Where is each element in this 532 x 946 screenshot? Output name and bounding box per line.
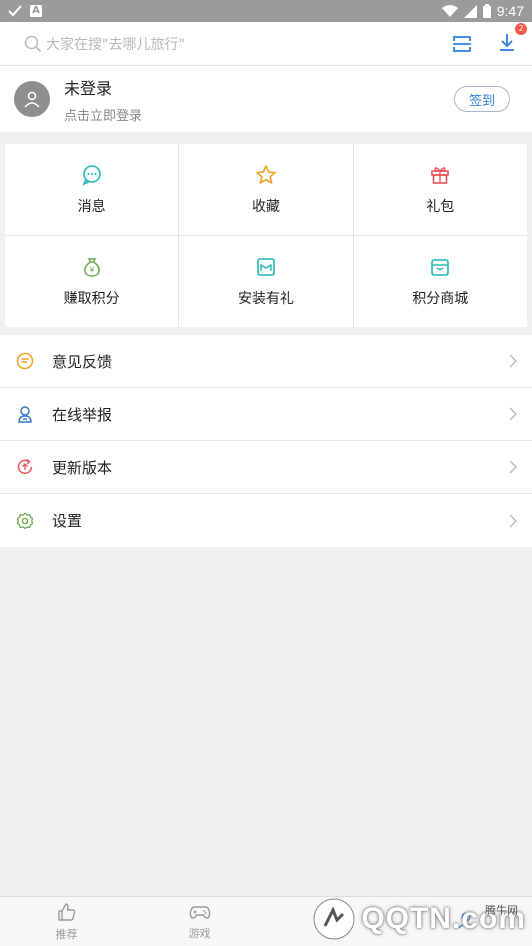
gift-icon bbox=[431, 166, 450, 184]
menu-item-label: 意见反馈 bbox=[52, 352, 113, 371]
download-button[interactable]: 2 bbox=[498, 22, 527, 56]
settings-icon bbox=[16, 512, 34, 529]
nav-item-label: 游戏 bbox=[188, 926, 211, 940]
menu-item-settings[interactable]: 设置 bbox=[0, 494, 532, 547]
battery-icon bbox=[482, 4, 491, 18]
nav-item-recommend[interactable]: 推荐 bbox=[0, 897, 133, 946]
signal-icon bbox=[463, 4, 477, 18]
update-icon bbox=[17, 458, 33, 475]
grid-item-favorites[interactable]: 收藏 bbox=[179, 144, 353, 235]
menu-item-update[interactable]: 更新版本 bbox=[0, 441, 532, 494]
chevron-right-icon bbox=[509, 460, 518, 474]
wifi-icon bbox=[441, 4, 458, 17]
grid-item-label: 赚取积分 bbox=[63, 290, 120, 307]
report-icon bbox=[18, 406, 32, 423]
store-icon bbox=[431, 258, 450, 276]
feedback-icon bbox=[16, 352, 34, 370]
search-bar: 大家在搜"去哪儿旅行" 2 bbox=[0, 22, 532, 66]
scan-icon[interactable] bbox=[452, 34, 472, 54]
grid-item-gifts[interactable]: 礼包 bbox=[353, 144, 527, 235]
grid-item-install-gift[interactable]: 安装有礼 bbox=[179, 236, 353, 327]
grid-item-messages[interactable]: 消息 bbox=[5, 144, 179, 235]
status-bar: A 9:47 bbox=[0, 0, 532, 22]
search-placeholder: 大家在搜"去哪儿旅行" bbox=[46, 36, 185, 53]
chevron-right-icon bbox=[509, 513, 518, 528]
search-input[interactable]: 大家在搜"去哪儿旅行" bbox=[24, 34, 452, 54]
search-icon bbox=[24, 35, 42, 52]
download-badge: 2 bbox=[515, 22, 527, 35]
gamepad-icon bbox=[189, 905, 210, 919]
chevron-right-icon bbox=[509, 354, 518, 368]
menu-item-label: 更新版本 bbox=[52, 458, 113, 477]
grid-item-label: 安装有礼 bbox=[237, 290, 294, 307]
message-icon bbox=[81, 164, 101, 186]
nav-item-games[interactable]: 游戏 bbox=[133, 897, 266, 946]
money-bag-icon: ¥ bbox=[83, 257, 100, 277]
feature-grid: 消息 收藏 礼包 ¥ 赚取积分 安装有礼 积分商城 bbox=[5, 144, 527, 327]
settings-menu: 意见反馈 在线举报 更新版本 设置 bbox=[0, 335, 532, 547]
font-a-icon: A bbox=[30, 5, 42, 17]
signin-button[interactable]: 签到 bbox=[454, 86, 510, 112]
grid-item-points-store[interactable]: 积分商城 bbox=[353, 236, 527, 327]
star-icon bbox=[256, 164, 276, 184]
menu-item-feedback[interactable]: 意见反馈 bbox=[0, 335, 532, 388]
menu-item-label: 在线举报 bbox=[52, 405, 113, 424]
grid-item-label: 收藏 bbox=[251, 198, 280, 215]
user-icon bbox=[24, 91, 40, 108]
nav-item-label: 推荐 bbox=[55, 927, 78, 941]
check-icon bbox=[8, 5, 22, 17]
watermark-logo-icon bbox=[313, 898, 355, 940]
menu-item-report[interactable]: 在线举报 bbox=[0, 388, 532, 441]
login-prompt[interactable]: 点击立即登录 bbox=[64, 105, 142, 124]
menu-item-label: 设置 bbox=[52, 512, 83, 530]
install-gift-icon bbox=[257, 257, 275, 276]
avatar[interactable] bbox=[14, 81, 50, 117]
chevron-right-icon bbox=[509, 407, 518, 421]
grid-item-label: 消息 bbox=[77, 198, 106, 215]
watermark-small-text: 腾牛网 bbox=[485, 904, 518, 917]
profile-name: 未登录 bbox=[64, 78, 113, 98]
grid-item-label: 礼包 bbox=[426, 198, 455, 215]
download-icon bbox=[500, 33, 514, 51]
grid-item-label: 积分商城 bbox=[412, 290, 469, 307]
profile-section[interactable]: 未登录 点击立即登录 签到 bbox=[0, 66, 532, 132]
thumbs-up-icon bbox=[57, 902, 75, 921]
status-time: 9:47 bbox=[496, 3, 524, 19]
svg-text:¥: ¥ bbox=[89, 265, 94, 274]
grid-item-earn-points[interactable]: ¥ 赚取积分 bbox=[5, 236, 179, 327]
